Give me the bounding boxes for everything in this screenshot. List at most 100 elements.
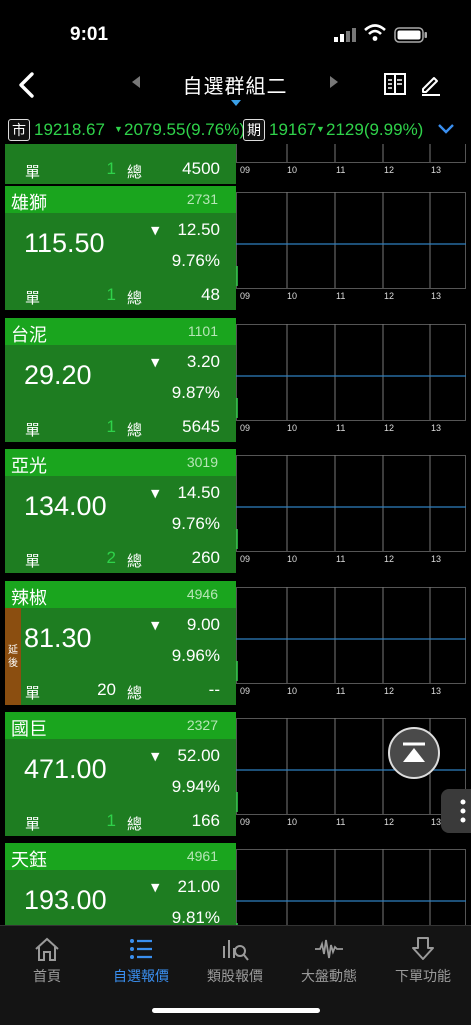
- dan-label: 單: [25, 815, 41, 833]
- stock-info-panel[interactable]: 亞光 3019 134.00 ▼ 14.50 9.76% 單 2 總 260: [5, 449, 236, 573]
- mini-chart: 09 10 11 12 13: [236, 318, 466, 442]
- zong-label: 總: [127, 552, 143, 570]
- chart-tick: 12: [384, 817, 395, 827]
- stock-name: 雄獅: [11, 193, 47, 214]
- cellular-signal-icon: [334, 28, 356, 42]
- tab-watchlist[interactable]: 自選報價: [94, 936, 188, 986]
- tab-sector-quotes[interactable]: 類股報價: [188, 936, 282, 986]
- down-triangle-icon: ▼: [151, 881, 160, 894]
- arrow-up-icon: [403, 742, 425, 762]
- previous-group-arrow-icon[interactable]: [132, 76, 140, 88]
- stock-card[interactable]: 台泥 1101 29.20 ▼ 3.20 9.87% 單 1 總 5645 09…: [5, 318, 466, 442]
- mini-chart: 09 10 11 12 13: [236, 449, 466, 573]
- expand-chevron-icon[interactable]: [437, 122, 455, 136]
- stock-price: 29.20: [24, 360, 92, 390]
- dan-value: 20: [97, 680, 116, 699]
- futures-down-triangle-icon: ▼: [316, 124, 325, 134]
- stock-price: 115.50: [24, 228, 105, 258]
- volume-value: 166: [191, 811, 220, 830]
- mini-chart: 09 10 11 12 13: [236, 581, 466, 705]
- stock-card[interactable]: 亞光 3019 134.00 ▼ 14.50 9.76% 單 2 總 260 0…: [5, 449, 466, 573]
- stock-card[interactable]: 雄獅 2731 115.50 ▼ 12.50 9.76% 單 1 總 48 09…: [5, 186, 466, 310]
- volume-value: --: [208, 680, 220, 699]
- zong-label: 總: [127, 163, 143, 181]
- tab-market-dynamics[interactable]: 大盤動態: [282, 936, 376, 986]
- chart-tick: 13: [431, 165, 442, 175]
- stock-info-panel[interactable]: 雄獅 2731 115.50 ▼ 12.50 9.76% 單 1 總 48: [5, 186, 236, 310]
- price-change: 21.00: [177, 877, 220, 896]
- down-triangle-icon: ▼: [151, 619, 160, 632]
- stock-code: 2731: [186, 191, 218, 207]
- price-change: 9.00: [186, 615, 220, 634]
- chart-tick: 12: [384, 686, 395, 696]
- volume-value: 260: [191, 548, 220, 567]
- chart-tick: 11: [336, 423, 346, 433]
- percent-change: 9.81%: [171, 908, 220, 925]
- price-change: 12.50: [177, 220, 220, 239]
- mini-chart: 09 10 11 12 13: [236, 843, 466, 925]
- chart-tick: 12: [384, 423, 395, 433]
- stock-code: 2327: [186, 717, 218, 733]
- futures-badge: 期: [243, 119, 265, 141]
- wave-icon: [315, 939, 343, 959]
- stock-code: 1101: [187, 323, 218, 339]
- stock-price: 81.30: [24, 623, 92, 653]
- delayed-badge-label: 延後: [8, 645, 18, 669]
- price-change: 3.20: [186, 352, 220, 371]
- stock-info-panel[interactable]: 台泥 1101 29.20 ▼ 3.20 9.87% 單 1 總 5645: [5, 318, 236, 442]
- page-title[interactable]: 自選群組二: [160, 70, 310, 99]
- chart-tick: 09: [240, 291, 251, 301]
- down-triangle-icon: ▼: [151, 356, 160, 369]
- dan-label: 單: [25, 289, 41, 307]
- partial-stock-row[interactable]: 單 1 總 4500 09 10 11 12 13: [5, 144, 466, 184]
- tab-watchlist-label: 自選報價: [113, 969, 169, 985]
- chart-tick: 11: [336, 291, 346, 301]
- stock-header: 雄獅 2731: [5, 186, 236, 214]
- percent-change: 9.76%: [171, 251, 220, 270]
- down-triangle-icon: ▼: [151, 487, 160, 500]
- delayed-badge: 延後: [5, 608, 21, 705]
- chart-tick: 11: [336, 165, 346, 175]
- zong-label: 總: [127, 815, 143, 833]
- tab-order[interactable]: 下單功能: [376, 936, 470, 986]
- stock-card[interactable]: 辣椒 4946 延後 81.30 ▼ 9.00 9.96% 單 20 總 --: [5, 581, 466, 705]
- stock-info-panel[interactable]: 天鈺 4961 193.00 ▼ 21.00 9.81% 單 總: [5, 843, 236, 925]
- stock-name: 台泥: [11, 325, 47, 346]
- chart-tick: 09: [240, 423, 251, 433]
- wifi-icon: [364, 24, 386, 41]
- stock-name: 國巨: [11, 719, 47, 740]
- title-dropdown-indicator-icon: [231, 100, 241, 106]
- chart-tick: 09: [240, 686, 251, 696]
- chart-tick: 11: [336, 554, 346, 564]
- stock-info-panel[interactable]: 國巨 2327 471.00 ▼ 52.00 9.94% 單 1 總 166: [5, 712, 236, 836]
- percent-change: 9.76%: [171, 514, 220, 533]
- stock-header: 台泥 1101: [5, 318, 236, 346]
- tab-sector-quotes-label: 類股報價: [207, 969, 263, 985]
- chart-tick: 10: [287, 165, 298, 175]
- dan-label: 單: [25, 163, 41, 181]
- chart-tick: 10: [287, 554, 298, 564]
- next-group-arrow-icon[interactable]: [330, 76, 338, 88]
- stock-card[interactable]: 天鈺 4961 193.00 ▼ 21.00 9.81% 單 總: [5, 843, 466, 925]
- navigation-bar: 自選群組二: [0, 62, 471, 108]
- stock-price: 134.00: [24, 491, 107, 521]
- price-change: 52.00: [177, 746, 220, 765]
- back-chevron-icon[interactable]: [14, 70, 40, 100]
- edit-pencil-icon[interactable]: [419, 72, 443, 96]
- tab-order-label: 下單功能: [395, 969, 451, 985]
- zong-label: 總: [127, 289, 143, 307]
- stock-info-panel[interactable]: 辣椒 4946 延後 81.30 ▼ 9.00 9.96% 單 20 總 --: [5, 581, 236, 705]
- chart-tick: 11: [336, 686, 346, 696]
- index-ticker-strip: 市 19218.67 ▼ 2079.55(9.76%) 期 19167 ▼ 21…: [0, 114, 471, 144]
- side-menu-handle[interactable]: [441, 789, 471, 833]
- chart-tick: 12: [384, 291, 395, 301]
- scroll-to-top-button[interactable]: [388, 727, 440, 779]
- list-icon: [130, 939, 152, 959]
- zong-label: 總: [127, 684, 143, 702]
- stock-price: 471.00: [24, 754, 107, 784]
- chart-tick: 13: [431, 291, 442, 301]
- tab-home[interactable]: 首頁: [0, 936, 94, 986]
- chart-tick: 10: [287, 817, 298, 827]
- tab-market-dynamics-label: 大盤動態: [301, 969, 357, 985]
- layout-toggle-icon[interactable]: [383, 72, 407, 96]
